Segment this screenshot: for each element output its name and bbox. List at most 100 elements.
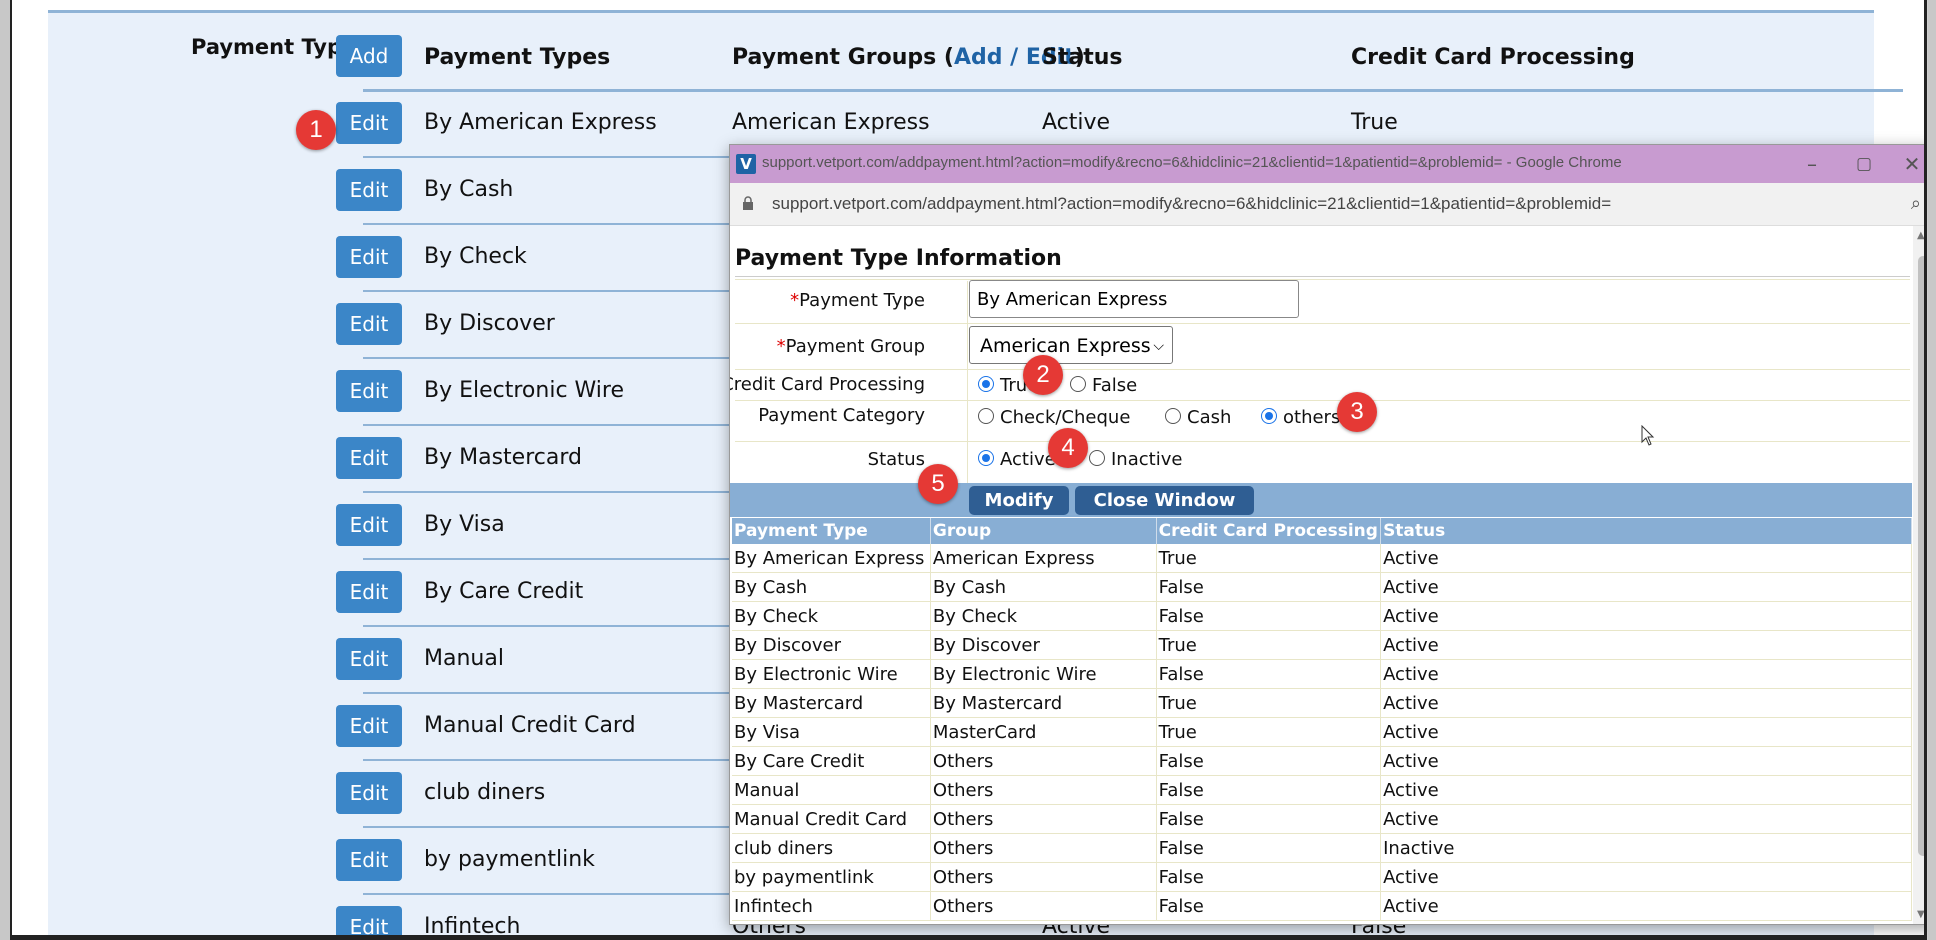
table-cell: By Cash [732, 572, 931, 602]
header-payment-groups: Payment Groups (Add / Edit) [732, 45, 1085, 70]
status-inactive-label: Inactive [1111, 449, 1183, 470]
payment-type-cell: Manual Credit Card [424, 713, 636, 738]
step-badge-2: 2 [1023, 355, 1063, 395]
status-active-radio[interactable] [978, 450, 994, 466]
maximize-icon[interactable]: ▢ [1847, 149, 1881, 179]
edit-button[interactable]: Edit [336, 772, 402, 814]
table-row: by paymentlink Others False Active [732, 862, 1912, 892]
header-divider [363, 89, 1903, 92]
table-cell: Active [1380, 544, 1912, 573]
edit-button[interactable]: Edit [336, 370, 402, 412]
table-cell: True [1156, 630, 1382, 660]
table-cell: American Express [930, 544, 1157, 573]
table-row: Infintech Others False Active [732, 891, 1912, 921]
step-badge-3: 3 [1337, 392, 1377, 432]
edit-button[interactable]: Edit [336, 504, 402, 546]
edit-button[interactable]: Edit [336, 906, 402, 935]
table-cell: Active [1380, 688, 1912, 718]
payment-type-cell: By Mastercard [424, 445, 582, 470]
status-label: Status [867, 449, 925, 470]
ccp-false-radio[interactable] [1070, 376, 1086, 392]
table-cell: Others [930, 804, 1157, 834]
payment-type-cell: Manual [424, 646, 504, 671]
edit-button[interactable]: Edit [336, 236, 402, 278]
edit-button[interactable]: Edit [336, 638, 402, 680]
scroll-up-icon[interactable]: ▲ [1917, 230, 1924, 241]
payment-group-select[interactable]: American Express ⌵ [969, 326, 1173, 364]
status-cell: Active [1042, 110, 1111, 135]
edit-button[interactable]: Edit [336, 705, 402, 747]
action-bar: Modify Close Window [730, 483, 1912, 517]
edit-button[interactable]: Edit [336, 303, 402, 345]
table-row: By Visa MasterCard True Active [732, 717, 1912, 747]
table-cell: Active [1380, 659, 1912, 689]
table-cell: Active [1380, 601, 1912, 631]
table-cell: Others [930, 891, 1157, 921]
lock-icon [743, 196, 753, 210]
step-badge-4: 4 [1048, 428, 1088, 468]
ccp-cell: True [1351, 110, 1398, 135]
table-cell: False [1156, 804, 1382, 834]
table-cell: Active [1380, 862, 1912, 892]
table-cell: False [1156, 775, 1382, 805]
table-cell: True [1156, 717, 1382, 747]
ccp-false-label: False [1092, 375, 1138, 396]
minimize-icon[interactable]: – [1795, 149, 1829, 179]
edit-button[interactable]: Edit [336, 839, 402, 881]
category-cash-label: Cash [1187, 407, 1232, 428]
payment-type-cell: By Visa [424, 512, 505, 537]
table-cell: By Electronic Wire [930, 659, 1157, 689]
table-row: By Electronic Wire By Electronic Wire Fals… [732, 659, 1912, 689]
scroll-down-icon[interactable]: ▼ [1917, 909, 1924, 920]
payment-type-cell: Infintech [424, 914, 521, 935]
table-cell: False [1156, 746, 1382, 776]
window-title: support.vetport.com/addpayment.html?acti… [762, 154, 1622, 171]
step-badge-5: 5 [918, 464, 958, 504]
payment-group-cell: American Express [732, 110, 930, 135]
scroll-thumb[interactable] [1918, 256, 1924, 856]
table-row: By Care Credit Others False Active [732, 746, 1912, 776]
header-status: Status [1042, 45, 1123, 70]
table-cell: Active [1380, 746, 1912, 776]
modify-button[interactable]: Modify [969, 486, 1069, 515]
edit-button[interactable]: Edit [336, 102, 402, 144]
step-badge-1: 1 [296, 110, 336, 150]
popup-scrollbar[interactable]: ▲ ▼ [1913, 226, 1924, 924]
left-edge [0, 0, 10, 940]
table-row: Manual Credit Card Others False Active [732, 804, 1912, 834]
payment-type-row: *Payment Type [735, 279, 1910, 324]
close-window-button[interactable]: Close Window [1075, 486, 1254, 515]
edit-button[interactable]: Edit [336, 437, 402, 479]
table-cell: By Mastercard [732, 688, 931, 718]
ccp-true-radio[interactable] [978, 376, 994, 392]
category-check-radio[interactable] [978, 408, 994, 424]
payment-group-row: *Payment Group [735, 323, 1910, 370]
edit-button[interactable]: Edit [336, 571, 402, 613]
add-button[interactable]: Add [336, 35, 402, 77]
table-cell: Active [1380, 572, 1912, 602]
payment-type-input[interactable]: By American Express [969, 280, 1299, 318]
header-payment-types: Payment Types [424, 45, 611, 70]
ccp-label: Credit Card Processing [730, 374, 925, 395]
table-cell: False [1156, 891, 1382, 921]
table-cell: Others [930, 746, 1157, 776]
close-window-icon[interactable]: ✕ [1895, 149, 1924, 179]
table-row: By Discover By Discover True Active [732, 630, 1912, 660]
table-cell: By Visa [732, 717, 931, 747]
form-title: Payment Type Information [735, 246, 1062, 271]
table-row: By Mastercard By Mastercard True Active [732, 688, 1912, 718]
edit-button[interactable]: Edit [336, 169, 402, 211]
table-header-cell: Status [1380, 518, 1912, 544]
category-cash-radio[interactable] [1165, 408, 1181, 424]
address-bar[interactable]: support.vetport.com/addpayment.html?acti… [730, 183, 1924, 226]
table-row: club diners Others False Inactive [732, 833, 1912, 863]
table-cell: club diners [732, 833, 931, 863]
zoom-icon[interactable]: ⌕ [1911, 193, 1921, 214]
category-others-radio[interactable] [1261, 408, 1277, 424]
table-cell: Others [930, 833, 1157, 863]
table-row: By Check By Check False Active [732, 601, 1912, 631]
table-cell: Inactive [1380, 833, 1912, 863]
status-inactive-radio[interactable] [1089, 450, 1105, 466]
chevron-down-icon: ⌵ [1153, 338, 1164, 354]
ccp-row: Credit Card Processing [730, 369, 1910, 401]
